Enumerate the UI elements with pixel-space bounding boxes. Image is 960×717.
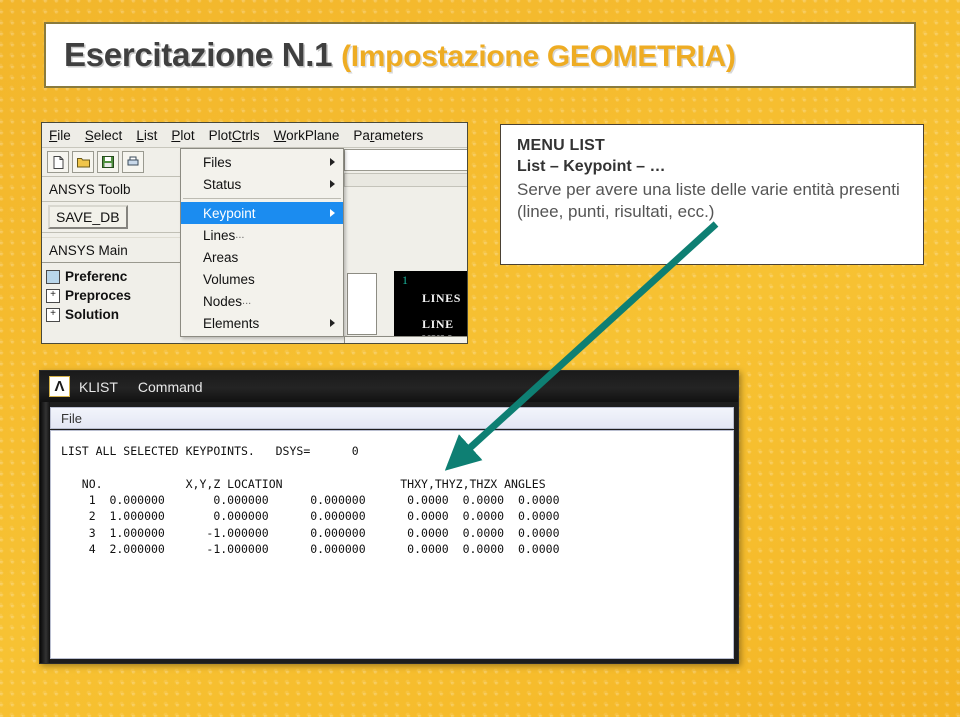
- klist-title-text: KLIST: [79, 378, 118, 395]
- save-disk-icon[interactable]: [97, 151, 119, 173]
- menu-option-label: Elements: [203, 315, 260, 331]
- keypoint-submenu: Coordinates Only Coords +Attributes Hard…: [344, 336, 467, 343]
- menu-option-lines[interactable]: Lines ...: [181, 224, 343, 246]
- menu-item-parameters[interactable]: Parameters: [353, 128, 423, 143]
- menu-item-workplane[interactable]: WorkPlane: [274, 128, 340, 143]
- submenu-arrow-icon: [330, 209, 335, 217]
- ansys-status-strip: [344, 173, 467, 187]
- menu-option-label: Nodes: [203, 293, 243, 309]
- ansys-menubar: File Select List Plot PlotCtrls WorkPlan…: [42, 123, 467, 148]
- open-folder-icon[interactable]: [72, 151, 94, 173]
- klist-subtitle-text: Command: [137, 378, 203, 395]
- menu-option-label: Files: [203, 154, 232, 170]
- print-icon[interactable]: [122, 151, 144, 173]
- submenu-arrow-icon: [330, 319, 335, 327]
- ansys-side-panel: [347, 273, 377, 335]
- menu-option-ellipsis: ...: [242, 295, 252, 307]
- callout-body: Serve per avere una liste delle varie en…: [517, 180, 900, 222]
- tree-item-label: Preproces: [65, 288, 132, 303]
- menu-option-label: Keypoint: [203, 205, 256, 221]
- menu-option-label: Lines: [203, 227, 236, 243]
- menu-option-files[interactable]: Files: [181, 151, 343, 173]
- menu-item-select[interactable]: Select: [85, 128, 123, 143]
- submenu-arrow-icon: [330, 180, 335, 188]
- title-accent-text: (Impostazione GEOMETRIA): [341, 40, 736, 73]
- save-db-button[interactable]: SAVE_DB: [48, 205, 128, 229]
- menu-option-status[interactable]: Status: [181, 173, 343, 195]
- expander-icon[interactable]: +: [46, 307, 60, 322]
- submenu-arrow-icon: [330, 158, 335, 166]
- menu-item-plot[interactable]: Plot: [171, 128, 194, 143]
- submenu-option-coordinates-only[interactable]: Coordinates Only: [345, 340, 467, 343]
- tree-item-label: Preferenc: [65, 269, 128, 284]
- expander-icon[interactable]: +: [46, 288, 60, 303]
- menu-option-label: Status: [203, 176, 242, 192]
- menu-item-list[interactable]: List: [136, 128, 157, 143]
- new-file-icon[interactable]: [47, 151, 69, 173]
- slide-canvas: Esercitazione N.1 (Impostazione GEOMETRI…: [0, 0, 960, 717]
- klist-output-text: LIST ALL SELECTED KEYPOINTS. DSYS= 0 NO.…: [50, 430, 734, 659]
- klist-menu-file[interactable]: File: [61, 411, 82, 426]
- title-main-text: Esercitazione N.1: [64, 36, 342, 73]
- ansys-application-window: File Select List Plot PlotCtrls WorkPlan…: [41, 122, 468, 344]
- callout-textbox: MENU LIST List – Keypoint – … Serve per …: [500, 124, 924, 265]
- window-left-strip: [40, 402, 50, 663]
- klist-menubar: File: [50, 407, 734, 429]
- menu-option-volumes[interactable]: Volumes: [181, 268, 343, 290]
- menu-item-file[interactable]: File: [49, 128, 71, 143]
- ansys-logo-icon: Λ: [49, 376, 70, 397]
- ansys-command-input[interactable]: [344, 149, 467, 171]
- menu-option-elements[interactable]: Elements: [181, 312, 343, 334]
- menu-option-nodes[interactable]: Nodes ...: [181, 290, 343, 312]
- graphics-label-lines: LINES: [422, 291, 462, 305]
- menu-option-areas[interactable]: Areas: [181, 246, 343, 268]
- page-title: Esercitazione N.1 (Impostazione GEOMETRI…: [64, 36, 736, 74]
- klist-command-window: Λ KLIST Command File LIST ALL SELECTED K…: [39, 370, 739, 664]
- menu-item-plotctrls[interactable]: PlotCtrls: [209, 128, 260, 143]
- menu-option-keypoint[interactable]: Keypoint: [181, 202, 343, 224]
- callout-heading: MENU LIST: [517, 137, 606, 154]
- menu-option-label: Volumes: [203, 271, 255, 287]
- menu-option-label: Areas: [203, 249, 239, 265]
- tree-item-label: Solution: [65, 307, 119, 322]
- slide-title-box: Esercitazione N.1 (Impostazione GEOMETRI…: [44, 22, 916, 88]
- graphics-plot-number: 1: [402, 273, 408, 287]
- ansys-graphics-area: 1 LINES LINE NUM: [394, 271, 467, 343]
- preferences-grid-icon: [46, 269, 60, 284]
- klist-titlebar: Λ KLIST Command: [40, 371, 738, 402]
- callout-subheading: List – Keypoint – …: [517, 158, 666, 175]
- list-dropdown-menu: Files Status Keypoint Lines ... Areas Vo…: [180, 148, 344, 337]
- menu-option-ellipsis: ...: [235, 229, 245, 241]
- menu-separator: [183, 198, 341, 199]
